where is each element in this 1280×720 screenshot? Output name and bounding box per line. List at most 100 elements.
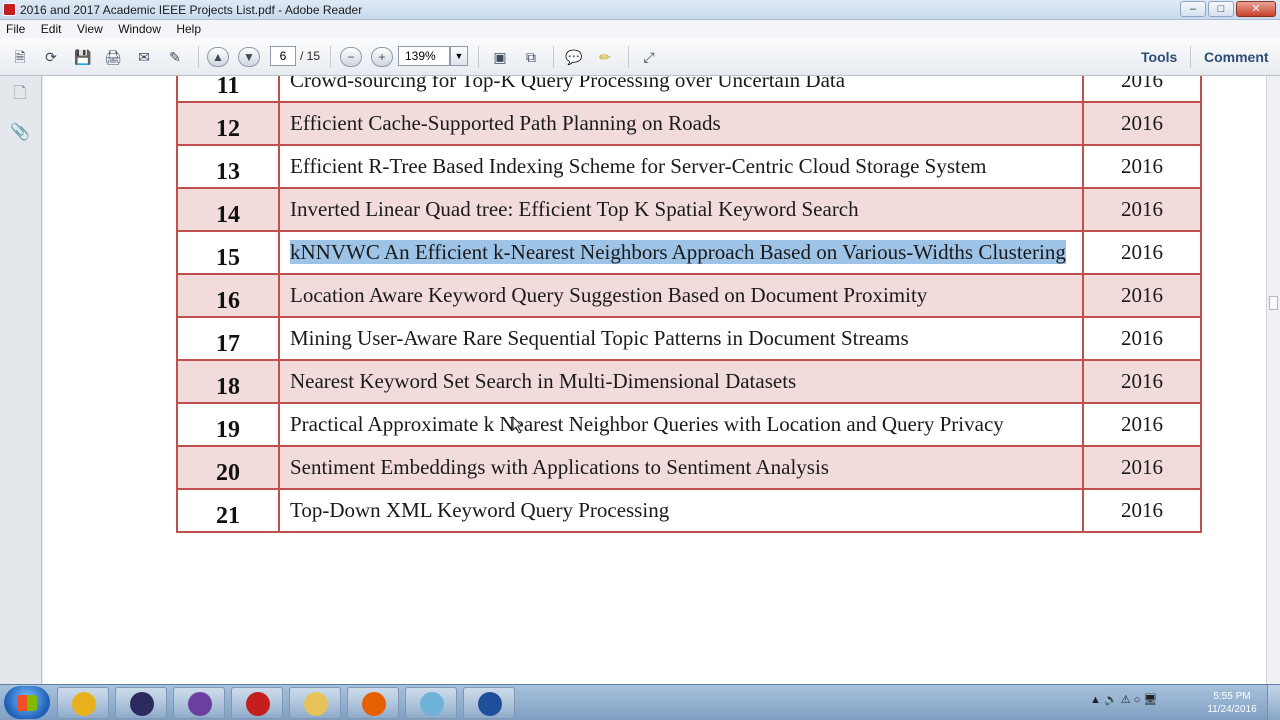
menu-bar: File Edit View Window Help	[0, 20, 1280, 38]
project-title[interactable]: Efficient Cache-Supported Path Planning …	[278, 101, 1084, 146]
system-clock[interactable]: 5:55 PM 11/24/2016	[1204, 690, 1260, 716]
table-row: 11 Crowd-sourcing for Top-K Query Process…	[176, 76, 1202, 103]
fit-page-icon[interactable]: ▣	[489, 47, 511, 67]
table-row: 19 Practical Approximate k Nearest Neighb…	[176, 402, 1202, 447]
project-year: 2016	[1082, 316, 1202, 361]
chrome-icon	[72, 692, 96, 716]
zoom-in-icon[interactable]: +	[371, 47, 393, 67]
project-year: 2016	[1082, 230, 1202, 275]
menu-view[interactable]: View	[71, 20, 108, 36]
project-title[interactable]: Sentiment Embeddings with Applications t…	[278, 445, 1084, 490]
table-row: 20 Sentiment Embeddings with Applications…	[176, 445, 1202, 490]
table-row: 14 Inverted Linear Quad tree: Efficient T…	[176, 187, 1202, 232]
taskbar-adobe-reader[interactable]	[231, 687, 283, 719]
vertical-scrollbar[interactable]	[1266, 76, 1280, 684]
save-icon[interactable]: 💾	[72, 47, 94, 67]
project-number: 17	[176, 316, 280, 361]
email-icon[interactable]: ✉	[133, 47, 155, 67]
project-year: 2016	[1082, 402, 1202, 447]
scrollbar-thumb[interactable]	[1269, 296, 1278, 310]
table-row: 15 kNNVWC An Efficient k-Nearest Neighbor…	[176, 230, 1202, 275]
create-pdf-icon[interactable]: 🗎	[9, 47, 31, 67]
project-year: 2016	[1082, 187, 1202, 232]
mouse-cursor-icon	[512, 416, 524, 434]
clock-date: 11/24/2016	[1207, 704, 1257, 715]
project-number: 11	[176, 76, 280, 103]
zoom-dropdown-icon[interactable]: ▼	[450, 46, 468, 66]
attachments-icon[interactable]: 📎	[10, 122, 30, 144]
project-title[interactable]: Mining User-Aware Rare Sequential Topic …	[278, 316, 1084, 361]
table-row: 16 Location Aware Keyword Query Suggestio…	[176, 273, 1202, 318]
project-title[interactable]: Top-Down XML Keyword Query Processing	[278, 488, 1084, 533]
project-year: 2016	[1082, 101, 1202, 146]
eclipse-icon	[130, 692, 154, 716]
print-icon[interactable]: 🖨	[102, 47, 124, 67]
project-number: 13	[176, 144, 280, 189]
taskbar-eclipse-purple[interactable]	[173, 687, 225, 719]
previous-page-icon[interactable]: ▲	[207, 47, 229, 67]
table-row: 12 Efficient Cache-Supported Path Plannin…	[176, 101, 1202, 146]
toolbar: 🗎 ⟳ 💾 🖨 ✉ ✎ ▲ ▼ − + ▣ ⧉ 💬 ✏ ⤢	[0, 38, 1280, 76]
toolbar-divider	[553, 46, 554, 68]
zoom-input[interactable]: 139%	[398, 46, 450, 66]
taskbar-notepad[interactable]	[405, 687, 457, 719]
project-title[interactable]: Inverted Linear Quad tree: Efficient Top…	[278, 187, 1084, 232]
zoom-out-icon[interactable]: −	[340, 47, 362, 67]
project-number: 19	[176, 402, 280, 447]
combine-files-icon[interactable]: ⟳	[40, 47, 62, 67]
project-title[interactable]: Nearest Keyword Set Search in Multi-Dime…	[278, 359, 1084, 404]
menu-help[interactable]: Help	[170, 20, 206, 36]
menu-edit[interactable]: Edit	[35, 20, 67, 36]
notepad-icon	[420, 692, 444, 716]
highlight-icon[interactable]: ✏	[594, 47, 616, 67]
project-title[interactable]: Efficient R-Tree Based Indexing Scheme f…	[278, 144, 1084, 189]
taskbar-file-explorer[interactable]	[289, 687, 341, 719]
project-year: 2016	[1082, 76, 1202, 103]
sticky-note-icon[interactable]: 💬	[563, 47, 585, 67]
project-title[interactable]: Location Aware Keyword Query Suggestion …	[278, 273, 1084, 318]
page-thumbnails-icon[interactable]: 🗋	[10, 82, 30, 104]
table-row: 13 Efficient R-Tree Based Indexing Scheme…	[176, 144, 1202, 189]
network-app-icon	[478, 692, 502, 716]
menu-window[interactable]: Window	[112, 20, 166, 36]
show-desktop-button[interactable]	[1267, 685, 1280, 720]
window-title: 2016 and 2017 Academic IEEE Projects Lis…	[20, 3, 363, 17]
page-number-input[interactable]: 6	[270, 46, 296, 66]
minimize-button[interactable]: –	[1180, 1, 1206, 17]
maximize-button[interactable]: □	[1208, 1, 1234, 17]
tools-pane-button[interactable]: Tools	[1141, 49, 1177, 65]
close-button[interactable]: ✕	[1236, 1, 1276, 17]
project-title[interactable]: Practical Approximate k Nearest Neighbor…	[278, 402, 1084, 447]
project-year: 2016	[1082, 144, 1202, 189]
clock-time: 5:55 PM	[1213, 691, 1251, 702]
project-year: 2016	[1082, 273, 1202, 318]
toolbar-divider	[628, 46, 629, 68]
share-icon[interactable]: ✎	[164, 47, 186, 67]
page-total: / 15	[300, 49, 321, 63]
table-row: 21 Top-Down XML Keyword Query Processing 2…	[176, 488, 1202, 533]
project-number: 18	[176, 359, 280, 404]
toolbar-divider	[330, 46, 331, 68]
taskbar-chrome[interactable]	[57, 687, 109, 719]
table-row: 17 Mining User-Aware Rare Sequential Topi…	[176, 316, 1202, 361]
system-tray[interactable]: ▲ 🔊 ⚠ ○ 🖥	[1090, 693, 1157, 706]
full-screen-icon[interactable]: ⤢	[638, 47, 660, 67]
taskbar-network-app[interactable]	[463, 687, 515, 719]
project-number: 21	[176, 488, 280, 533]
toolbar-divider	[478, 46, 479, 68]
project-year: 2016	[1082, 359, 1202, 404]
document-view[interactable]: 11 Crowd-sourcing for Top-K Query Process…	[43, 76, 1266, 684]
project-year: 2016	[1082, 445, 1202, 490]
taskbar-eclipse[interactable]	[115, 687, 167, 719]
project-title[interactable]: Crowd-sourcing for Top-K Query Processin…	[278, 76, 1084, 103]
navigation-pane: 🗋 📎	[0, 76, 42, 684]
selected-text[interactable]: kNNVWC An Efficient k-Nearest Neighbors …	[290, 240, 1066, 264]
fit-width-icon[interactable]: ⧉	[520, 47, 542, 67]
comment-pane-button[interactable]: Comment	[1204, 49, 1269, 65]
menu-file[interactable]: File	[0, 20, 30, 36]
project-title[interactable]: kNNVWC An Efficient k-Nearest Neighbors …	[278, 230, 1084, 275]
next-page-icon[interactable]: ▼	[238, 47, 260, 67]
start-button[interactable]	[4, 686, 50, 719]
taskbar-firefox[interactable]	[347, 687, 399, 719]
title-bar: 2016 and 2017 Academic IEEE Projects Lis…	[0, 0, 1280, 20]
